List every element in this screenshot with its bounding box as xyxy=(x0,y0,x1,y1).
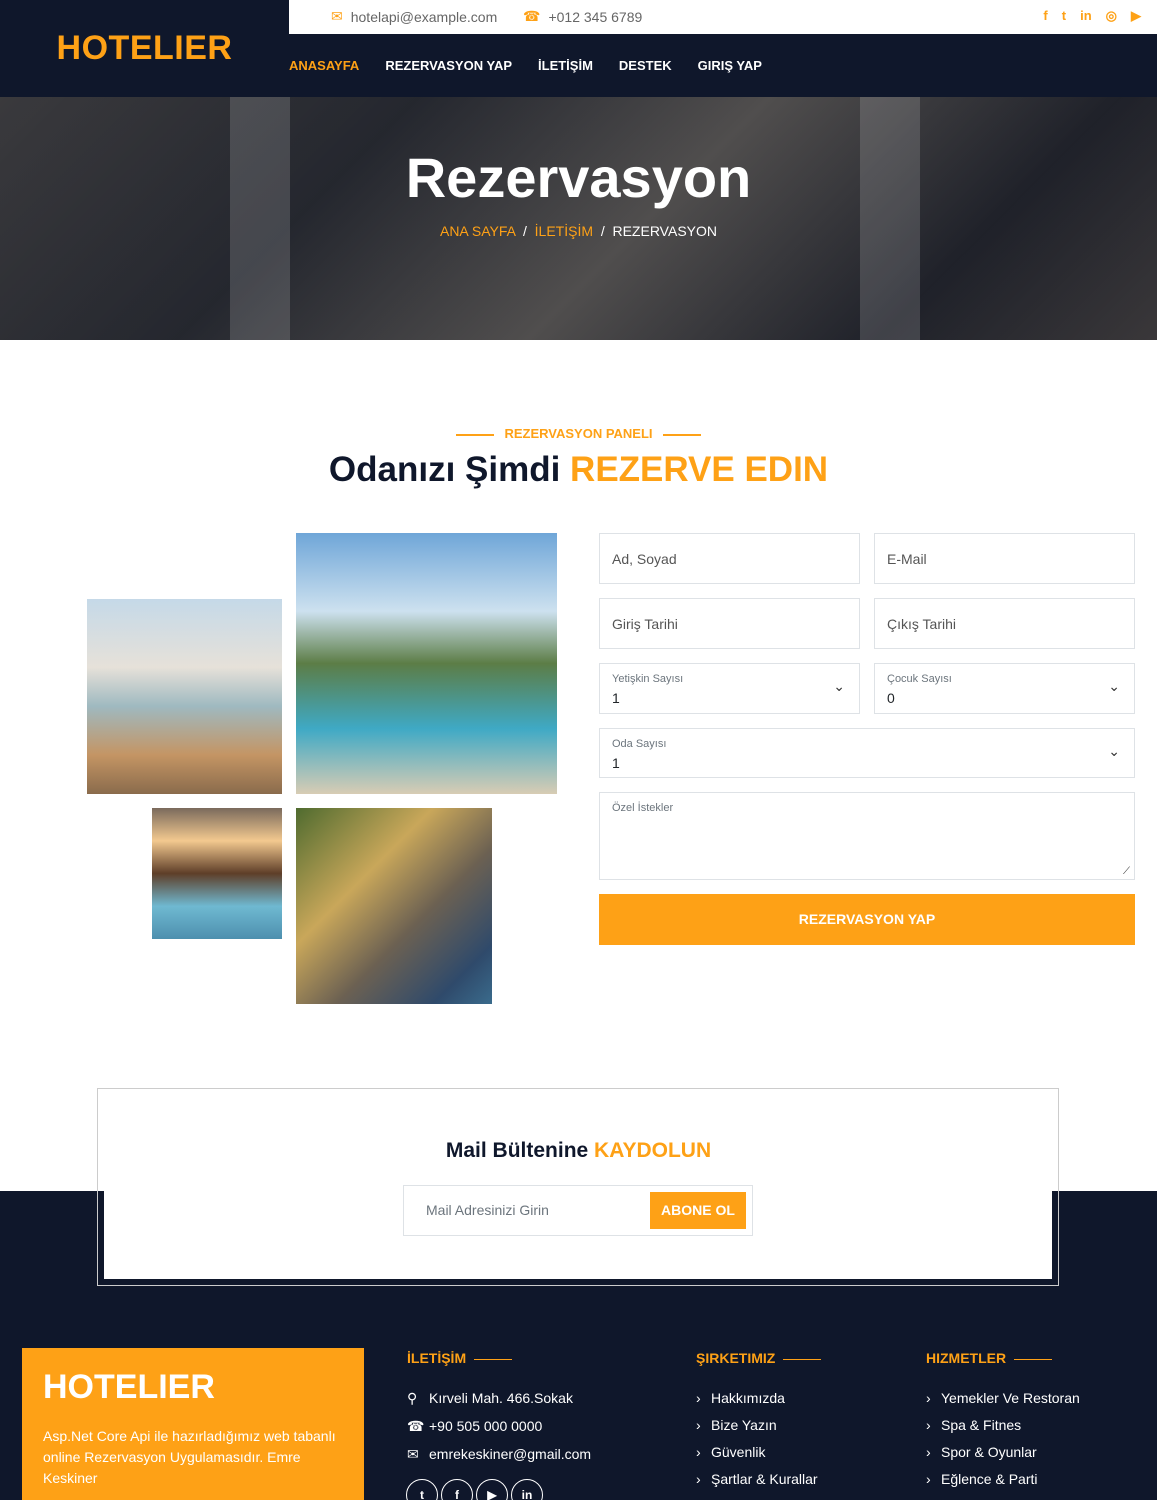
footer-services-heading: HIZMETLER xyxy=(926,1350,1053,1366)
footer-contact-heading: İLETİŞİM xyxy=(407,1350,513,1366)
section-title: Odanızı Şimdi REZERVE EDIN xyxy=(328,450,829,489)
footer-link-spa[interactable]: › Spa & Fitnes xyxy=(926,1417,1021,1433)
chevron-right-icon: › xyxy=(696,1390,701,1406)
email-field[interactable]: E-Mail xyxy=(874,533,1135,584)
chevron-right-icon: › xyxy=(926,1417,931,1433)
footer-email: ✉ emrekeskiner@gmail.com xyxy=(407,1446,592,1462)
youtube-icon[interactable]: ▶ xyxy=(476,1479,508,1511)
children-select[interactable]: Çocuk Sayısı 0 ⌄ xyxy=(874,663,1135,714)
footer-link-restaurant[interactable]: › Yemekler Ve Restoran xyxy=(926,1390,1080,1406)
chevron-right-icon: › xyxy=(696,1444,701,1460)
section-subtitle: REZERVASYON PANELI xyxy=(0,426,1157,441)
name-field[interactable]: Ad, Soyad xyxy=(599,533,860,584)
topbar: ✉ hotelapi@example.com ☎ +012 345 6789 f… xyxy=(289,0,1157,34)
nav-support[interactable]: DESTEK xyxy=(619,58,672,73)
chevron-right-icon: › xyxy=(696,1417,701,1433)
linkedin-icon[interactable]: in xyxy=(511,1479,543,1511)
main-nav: ANASAYFA REZERVASYON YAP İLETİŞİM DESTEK… xyxy=(289,34,1157,97)
hero-banner: Rezervasyon ANA SAYFA / İLETİŞİM / REZER… xyxy=(0,97,1157,340)
envelope-icon: ✉ xyxy=(331,8,343,24)
facebook-icon[interactable]: f xyxy=(441,1479,473,1511)
instagram-icon[interactable]: ◎ xyxy=(1106,8,1117,24)
pool-lounge-image xyxy=(87,599,282,794)
envelope-icon: ✉ xyxy=(407,1446,419,1462)
nav-reservation[interactable]: REZERVASYON YAP xyxy=(385,58,512,73)
footer-description: Asp.Net Core Api ile hazırladığımız web … xyxy=(43,1428,336,1486)
checkin-field[interactable]: Giriş Tarihi xyxy=(599,598,860,649)
chevron-right-icon: › xyxy=(696,1471,701,1487)
footer-link-security[interactable]: › Güvenlik xyxy=(696,1444,765,1460)
facebook-icon[interactable]: f xyxy=(1043,8,1047,24)
subscribe-button[interactable]: ABONE OL xyxy=(650,1192,746,1229)
footer-company-heading: ŞIRKETIMIZ xyxy=(696,1350,822,1366)
chevron-right-icon: › xyxy=(926,1444,931,1460)
newsletter-title: Mail Bültenine KAYDOLUN xyxy=(445,1139,712,1162)
twitter-icon[interactable]: t xyxy=(1062,8,1066,24)
special-requests-textarea[interactable]: Özel İstekler ⟋ xyxy=(599,792,1135,880)
map-marker-icon: ⚲ xyxy=(407,1390,418,1406)
nav-login[interactable]: GIRIŞ YAP xyxy=(698,58,762,73)
page-title: Rezervasyon xyxy=(405,146,752,209)
resort-pool-image xyxy=(296,533,557,794)
poolside-sunbed-image xyxy=(296,808,492,1004)
footer-address: ⚲ Kırveli Mah. 466.Sokak xyxy=(407,1390,573,1406)
adults-select[interactable]: Yetişkin Sayısı 1 ⌄ xyxy=(599,663,860,714)
breadcrumb-home[interactable]: ANA SAYFA xyxy=(440,223,515,239)
youtube-icon[interactable]: ▶ xyxy=(1131,8,1141,24)
twitter-icon[interactable]: t xyxy=(406,1479,438,1511)
footer-link-terms[interactable]: › Şartlar & Kurallar xyxy=(696,1471,818,1487)
phone-icon: ☎ xyxy=(523,8,541,24)
logo-text: HOTELIER xyxy=(56,29,233,67)
chevron-down-icon: ⌄ xyxy=(1108,743,1120,759)
chevron-right-icon: › xyxy=(926,1390,931,1406)
resize-handle-icon[interactable]: ⟋ xyxy=(1123,866,1130,877)
topbar-email: ✉ hotelapi@example.com xyxy=(331,8,498,25)
breadcrumb-current: REZERVASYON xyxy=(612,223,717,239)
reserve-button[interactable]: REZERVASYON YAP xyxy=(599,894,1135,945)
footer-link-write[interactable]: › Bize Yazın xyxy=(696,1417,777,1433)
breadcrumb: ANA SAYFA / İLETİŞİM / REZERVASYON xyxy=(439,223,717,239)
phone-icon: ☎ xyxy=(407,1418,425,1434)
checkout-field[interactable]: Çıkış Tarihi xyxy=(874,598,1135,649)
breadcrumb-contact[interactable]: İLETİŞİM xyxy=(535,223,593,239)
nav-contact[interactable]: İLETİŞİM xyxy=(538,58,593,73)
footer-brand-box: HOTELIER Asp.Net Core Api ile hazırladığ… xyxy=(22,1348,364,1500)
restaurant-pool-image xyxy=(152,808,282,939)
chevron-right-icon: › xyxy=(926,1471,931,1487)
footer-link-party[interactable]: › Eğlence & Parti xyxy=(926,1471,1038,1487)
rooms-select[interactable]: Oda Sayısı 1 ⌄ xyxy=(599,728,1135,778)
footer-logo[interactable]: HOTELIER xyxy=(43,1368,215,1407)
chevron-down-icon: ⌄ xyxy=(833,678,845,694)
footer-link-about[interactable]: › Hakkımızda xyxy=(696,1390,785,1406)
logo[interactable]: HOTELIER xyxy=(0,0,289,97)
topbar-phone: ☎ +012 345 6789 xyxy=(523,8,643,25)
chevron-down-icon: ⌄ xyxy=(1108,678,1120,694)
nav-home[interactable]: ANASAYFA xyxy=(289,58,359,73)
linkedin-icon[interactable]: in xyxy=(1080,8,1092,24)
footer-link-sports[interactable]: › Spor & Oyunlar xyxy=(926,1444,1037,1460)
topbar-social: f t in ◎ ▶ xyxy=(1043,8,1141,24)
footer-phone: ☎ +90 505 000 0000 xyxy=(407,1418,543,1434)
